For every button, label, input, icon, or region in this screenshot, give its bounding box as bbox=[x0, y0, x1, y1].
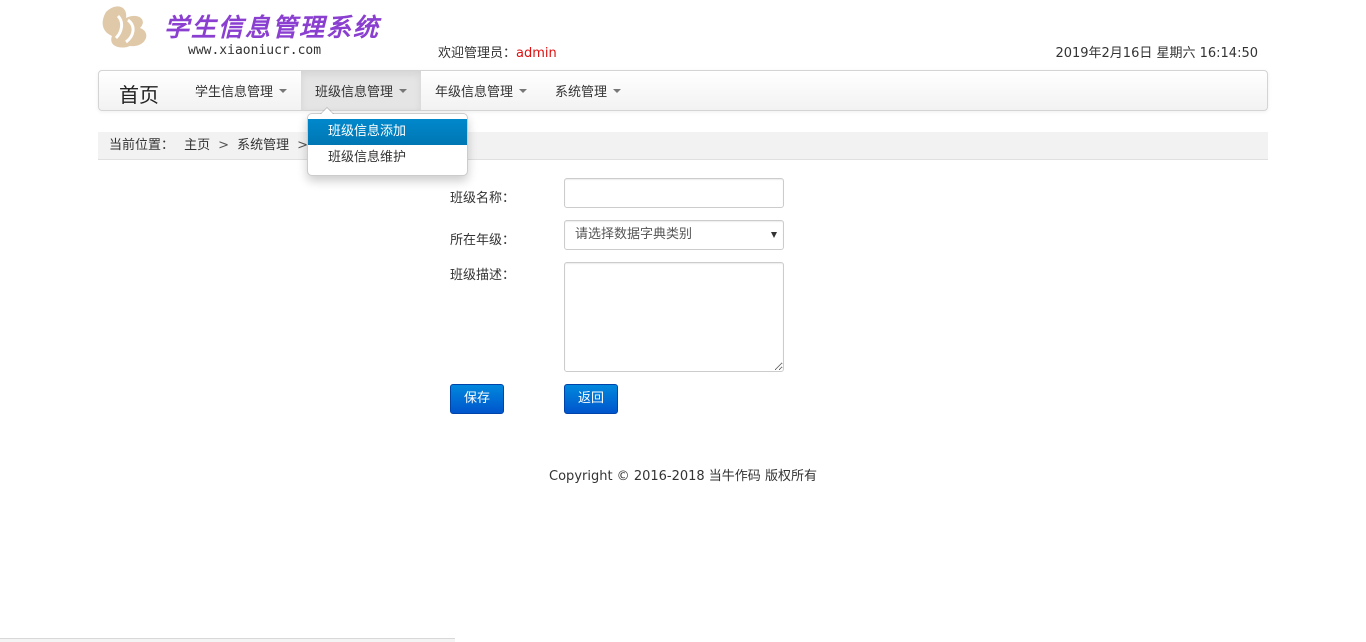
caret-down-icon bbox=[399, 88, 408, 93]
logo-bird-icon bbox=[102, 6, 147, 48]
logo-url: www.xiaoniucr.com bbox=[188, 43, 322, 58]
class-management-dropdown: 班级信息添加 班级信息维护 bbox=[307, 107, 468, 176]
welcome-prefix: 欢迎管理员： bbox=[438, 46, 517, 61]
horizontal-scrollbar[interactable] bbox=[0, 638, 455, 642]
breadcrumb: 当前位置： 主页 > 系统管理 > bbox=[98, 132, 1268, 160]
class-desc-textarea[interactable] bbox=[564, 262, 784, 372]
nav-item-label: 班级信息管理 bbox=[315, 85, 394, 100]
class-name-input[interactable] bbox=[564, 178, 784, 208]
logo-title: 学生信息管理系统 bbox=[164, 13, 381, 42]
back-button[interactable]: 返回 bbox=[564, 384, 618, 414]
breadcrumb-system-link[interactable]: 系统管理 bbox=[237, 138, 289, 153]
nav-item-system-management[interactable]: 系统管理 bbox=[541, 71, 635, 110]
select-arrow-icon bbox=[771, 232, 777, 238]
breadcrumb-prefix: 当前位置： bbox=[109, 138, 175, 153]
nav-item-label: 学生信息管理 bbox=[195, 85, 274, 100]
nav-menu: 学生信息管理 班级信息管理 年级信息管理 系统管理 bbox=[181, 71, 635, 110]
grade-select-value: 请选择数据字典类别 bbox=[575, 227, 693, 242]
caret-down-icon bbox=[613, 88, 622, 93]
welcome-username: admin bbox=[516, 46, 557, 61]
grade-label: 所在年级： bbox=[450, 233, 516, 248]
welcome-text: 欢迎管理员：admin bbox=[438, 42, 557, 61]
breadcrumb-separator: > bbox=[218, 138, 230, 153]
nav-item-grade-management[interactable]: 年级信息管理 bbox=[421, 71, 541, 110]
dropdown-item-add-class[interactable]: 班级信息添加 bbox=[308, 119, 467, 145]
nav-item-class-management[interactable]: 班级信息管理 bbox=[301, 71, 422, 110]
caret-down-icon bbox=[279, 88, 288, 93]
caret-down-icon bbox=[519, 88, 528, 93]
nav-item-label: 系统管理 bbox=[555, 85, 608, 100]
dropdown-item-maintain-class[interactable]: 班级信息维护 bbox=[308, 145, 467, 171]
footer-copyright: Copyright © 2016-2018 当牛作码 版权所有 bbox=[549, 469, 817, 484]
nav-item-label: 年级信息管理 bbox=[435, 85, 514, 100]
class-name-label: 班级名称： bbox=[450, 191, 516, 206]
current-datetime: 2019年2月16日 星期六 16:14:50 bbox=[1055, 46, 1258, 61]
top-navbar: 首页 学生信息管理 班级信息管理 年级信息管理 系统管理 bbox=[98, 70, 1268, 111]
grade-select[interactable]: 请选择数据字典类别 bbox=[564, 220, 784, 250]
nav-item-student-management[interactable]: 学生信息管理 bbox=[181, 71, 301, 110]
class-desc-label: 班级描述： bbox=[450, 268, 516, 283]
breadcrumb-home-link[interactable]: 主页 bbox=[184, 138, 210, 153]
save-button[interactable]: 保存 bbox=[450, 384, 504, 414]
nav-brand-home[interactable]: 首页 bbox=[119, 79, 159, 108]
logo[interactable]: 学生信息管理系统 www.xiaoniucr.com bbox=[98, 2, 398, 62]
